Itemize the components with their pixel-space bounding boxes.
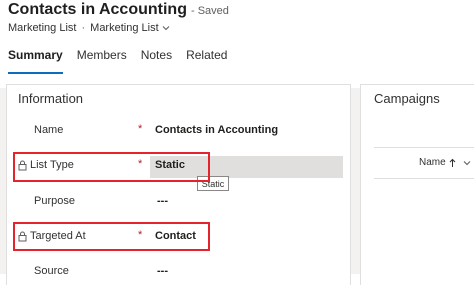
field-value-name[interactable]: Contacts in Accounting: [155, 124, 278, 136]
chevron-down-icon: [162, 25, 170, 31]
field-label-source: Source: [34, 265, 69, 277]
record-header: Contacts in Accounting - Saved Marketing…: [0, 0, 474, 88]
annotation-highlight-targeted-at: [13, 222, 210, 251]
field-row-purpose: Purpose ---: [7, 192, 350, 214]
campaigns-header-underline: [374, 178, 474, 179]
field-label-name: Name: [34, 124, 64, 136]
record-title: Contacts in Accounting: [8, 1, 187, 18]
field-row-name: Name * Contacts in Accounting: [7, 121, 350, 143]
campaigns-divider: [374, 147, 474, 148]
column-options-chevron-icon: [460, 160, 471, 166]
tab-members[interactable]: Members: [77, 48, 127, 70]
form-tabs: Summary Members Notes Related: [8, 48, 241, 74]
information-section-title: Information: [18, 91, 84, 106]
campaigns-card: [360, 84, 474, 285]
form-selector-label: Marketing List: [90, 22, 159, 34]
form-selector[interactable]: Marketing List: [90, 22, 170, 34]
field-value-purpose[interactable]: ---: [157, 195, 168, 207]
campaigns-column-header-name[interactable]: Name: [419, 157, 471, 168]
field-label-purpose: Purpose: [34, 195, 75, 207]
information-card: [6, 84, 351, 285]
tab-related[interactable]: Related: [186, 48, 227, 70]
campaigns-section-title: Campaigns: [374, 91, 440, 106]
column-header-label: Name: [419, 157, 446, 168]
sort-ascending-icon: [446, 158, 456, 168]
entity-name: Marketing List: [8, 22, 77, 34]
field-row-source: Source ---: [7, 262, 350, 284]
annotation-highlight-list-type: [13, 152, 210, 182]
required-indicator: *: [138, 123, 143, 135]
field-value-source[interactable]: ---: [157, 265, 168, 277]
tab-summary[interactable]: Summary: [8, 48, 63, 74]
entity-subtitle: Marketing List · Marketing List: [8, 20, 170, 36]
tab-notes[interactable]: Notes: [141, 48, 172, 70]
save-status: - Saved: [190, 5, 229, 17]
subtitle-separator: ·: [81, 22, 86, 34]
